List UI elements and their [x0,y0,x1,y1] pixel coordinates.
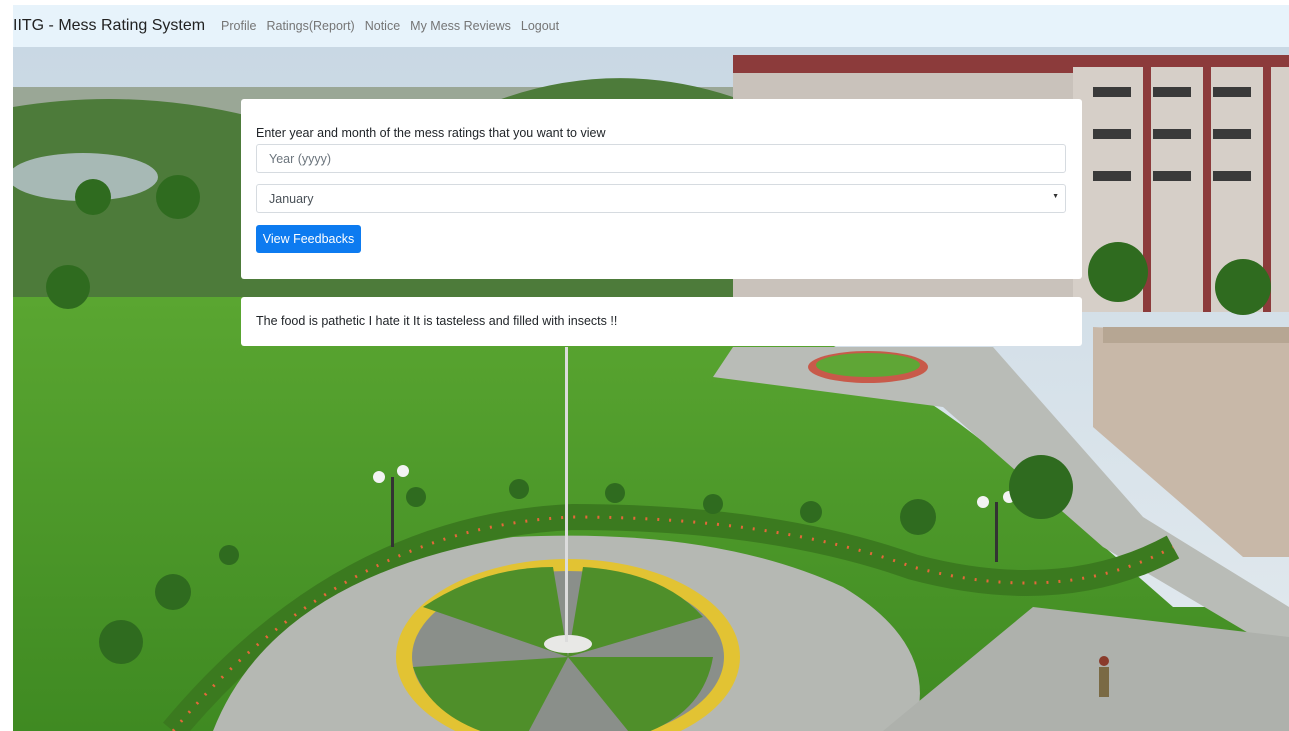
nav-link-ratings-report[interactable]: Ratings(Report) [266,19,354,33]
nav-link-profile[interactable]: Profile [221,19,256,33]
month-select-value: January [269,191,314,206]
nav-link-logout[interactable]: Logout [521,19,559,33]
month-select[interactable]: January ▼ [256,184,1066,213]
ratings-query-prompt: Enter year and month of the mess ratings… [256,126,606,140]
chevron-down-icon: ▼ [1052,193,1059,200]
feedback-message: The food is pathetic I hate it It is tas… [256,314,618,328]
nav-link-my-mess-reviews[interactable]: My Mess Reviews [410,19,511,33]
ratings-query-card: Enter year and month of the mess ratings… [241,99,1082,279]
feedback-card: The food is pathetic I hate it It is tas… [241,297,1082,346]
brand-logo-link[interactable]: IITG - Mess Rating System [13,17,205,35]
view-feedbacks-button[interactable]: View Feedbacks [256,225,361,253]
top-navbar: IITG - Mess Rating System Profile Rating… [13,5,1289,47]
year-input[interactable]: Year (yyyy) [256,144,1066,173]
nav-link-notice[interactable]: Notice [365,19,400,33]
page: IITG - Mess Rating System Profile Rating… [13,5,1289,731]
